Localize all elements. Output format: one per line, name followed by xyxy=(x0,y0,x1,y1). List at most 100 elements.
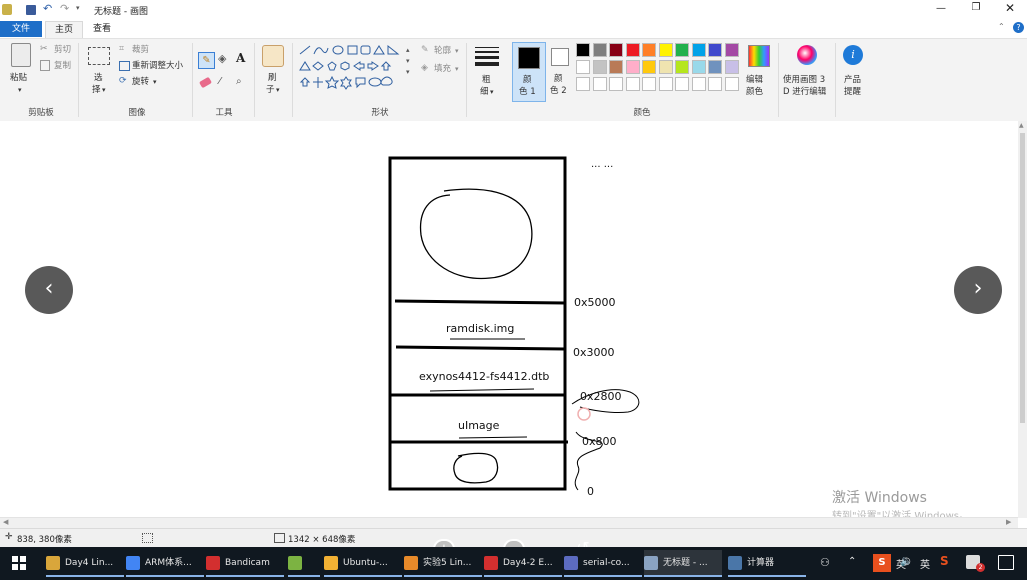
palette-color-swatch[interactable] xyxy=(576,60,590,74)
palette-color-swatch[interactable] xyxy=(658,43,673,57)
custom-color-slot[interactable] xyxy=(625,77,640,91)
close-button[interactable]: ✕ xyxy=(999,1,1021,15)
separator xyxy=(254,43,255,117)
people-icon[interactable]: ⚇ xyxy=(820,556,830,569)
maximize-button[interactable]: ❐ xyxy=(965,2,987,13)
taskbar-app-button[interactable]: ARM体系... xyxy=(126,550,204,577)
brushes-button[interactable]: 刷 子 ▾ xyxy=(260,43,286,99)
palette-color-swatch[interactable] xyxy=(625,60,640,74)
tab-file[interactable]: 文件 xyxy=(0,21,42,37)
taskbar-app-button[interactable]: serial-co... xyxy=(564,550,642,577)
section-label: uImage xyxy=(458,419,500,432)
palette-color-swatch[interactable] xyxy=(675,60,689,74)
crop-button[interactable]: 裁剪 xyxy=(132,45,149,55)
language-indicator[interactable]: 英 xyxy=(920,556,930,571)
collapse-ribbon-icon[interactable]: ⌃ xyxy=(998,22,1005,31)
scroll-right-icon[interactable]: ▶ xyxy=(1006,518,1011,526)
palette-color-swatch[interactable] xyxy=(658,60,673,74)
scroll-up-icon[interactable]: ▲ xyxy=(1019,122,1024,129)
edit-colors-button[interactable]: 编辑 颜色 xyxy=(744,43,774,99)
pencil-tool-icon[interactable]: ✎ xyxy=(198,52,215,69)
antivirus-icon[interactable]: S xyxy=(940,554,954,570)
save-icon[interactable] xyxy=(26,5,36,15)
taskbar-app-button[interactable] xyxy=(288,550,320,577)
scissors-icon: ✂ xyxy=(40,44,48,54)
color-wheel-icon xyxy=(748,45,770,67)
palette-color-swatch[interactable] xyxy=(609,43,623,57)
taskbar-app-button[interactable]: 无标题 - ... xyxy=(644,550,722,577)
action-center-icon[interactable] xyxy=(998,555,1014,570)
product-alert-button[interactable]: i 产品 提醒 xyxy=(840,43,868,99)
scroll-thumb[interactable] xyxy=(1020,133,1025,423)
running-indicator xyxy=(46,575,124,577)
paint3d-button[interactable]: 使用画图 3 D 进行编辑 xyxy=(782,43,832,99)
taskbar-app-button[interactable]: Bandicam xyxy=(206,550,284,577)
palette-color-swatch[interactable] xyxy=(675,43,689,57)
palette-color-swatch[interactable] xyxy=(724,43,739,57)
magnifier-icon[interactable]: ⌕ xyxy=(236,76,242,87)
taskbar-app-button[interactable]: 实验5 Lin... xyxy=(404,550,482,577)
taskbar-app-button[interactable]: 计算器 xyxy=(728,550,806,577)
palette-color-swatch[interactable] xyxy=(724,60,739,74)
palette-color-swatch[interactable] xyxy=(609,60,623,74)
tools-group-label: 工具 xyxy=(215,108,233,118)
paste-label: 粘贴 xyxy=(10,73,28,83)
copy-button[interactable]: 复制 xyxy=(54,61,71,71)
fill-tool-icon[interactable]: ◈ xyxy=(218,52,226,65)
minimize-button[interactable]: — xyxy=(930,3,952,14)
ime-badge[interactable]: S xyxy=(873,554,891,572)
cut-button[interactable]: 剪切 xyxy=(54,45,71,55)
custom-color-slot[interactable] xyxy=(658,77,673,91)
palette-color-swatch[interactable] xyxy=(708,60,722,74)
scroll-left-icon[interactable]: ◀ xyxy=(3,518,8,526)
taskbar-app-button[interactable]: Day4-2 E... xyxy=(484,550,562,577)
rotate-button[interactable]: 旋转 xyxy=(132,77,149,87)
help-icon[interactable]: ? xyxy=(1013,22,1024,33)
palette-color-swatch[interactable] xyxy=(642,60,656,74)
text-tool-icon[interactable]: A xyxy=(236,51,245,65)
vertical-scrollbar[interactable]: ▲ xyxy=(1018,121,1027,518)
palette-color-swatch[interactable] xyxy=(691,60,706,74)
redo-icon[interactable]: ↷ xyxy=(60,2,69,15)
palette-color-swatch[interactable] xyxy=(592,43,607,57)
previous-button[interactable]: ‹ xyxy=(25,266,73,314)
fill-button[interactable]: 填充 xyxy=(434,64,451,74)
next-button[interactable]: › xyxy=(954,266,1002,314)
tab-view[interactable]: 查看 xyxy=(84,21,120,37)
undo-icon[interactable]: ↶ xyxy=(43,2,52,15)
windows-start-icon[interactable] xyxy=(12,556,26,570)
shapes-gallery[interactable] xyxy=(298,44,416,92)
custom-color-slot[interactable] xyxy=(592,77,607,91)
color-picker-icon[interactable]: ⁄ xyxy=(219,76,221,87)
taskbar-app-button[interactable]: Day4 Lin... xyxy=(46,550,124,577)
custom-color-slot[interactable] xyxy=(576,77,590,91)
quick-access-dropdown-icon[interactable]: ▾ xyxy=(76,4,80,12)
color1-button[interactable]: 颜 色 1 xyxy=(512,42,546,102)
custom-color-slot[interactable] xyxy=(724,77,739,91)
resize-button[interactable]: 重新调整大小 xyxy=(132,61,183,71)
palette-color-swatch[interactable] xyxy=(691,43,706,57)
palette-color-swatch[interactable] xyxy=(592,60,607,74)
taskbar-app-button[interactable]: Ubuntu-... xyxy=(324,550,402,577)
custom-color-slot[interactable] xyxy=(708,77,722,91)
palette-color-swatch[interactable] xyxy=(642,43,656,57)
edit-colors-label-2: 颜色 xyxy=(746,87,764,97)
tray-expand-icon[interactable]: ⌃ xyxy=(848,556,856,567)
tab-home[interactable]: 主页 xyxy=(45,21,83,38)
size-button[interactable]: 粗 细 ▾ xyxy=(472,43,502,99)
palette-color-swatch[interactable] xyxy=(708,43,722,57)
color2-button[interactable]: 颜 色 2 xyxy=(546,42,574,100)
outline-button[interactable]: 轮廓 xyxy=(434,46,451,56)
eraser-tool-icon[interactable] xyxy=(198,76,213,89)
palette-color-swatch[interactable] xyxy=(576,43,590,57)
volume-icon[interactable]: 🔈 xyxy=(900,556,912,567)
custom-color-slot[interactable] xyxy=(642,77,656,91)
custom-color-slot[interactable] xyxy=(609,77,623,91)
custom-color-slot[interactable] xyxy=(675,77,689,91)
palette-color-swatch[interactable] xyxy=(625,43,640,57)
shapes-scroll-icon[interactable]: ▴ ▾ ▾ xyxy=(406,45,410,78)
drawing-canvas[interactable]: ... ... ramdisk.img exynos4412-fs4412.dt… xyxy=(0,121,1022,522)
custom-color-slot[interactable] xyxy=(691,77,706,91)
select-button[interactable]: 选 择 ▾ xyxy=(86,43,112,99)
paste-button[interactable]: 粘贴 ▾ xyxy=(8,43,34,97)
